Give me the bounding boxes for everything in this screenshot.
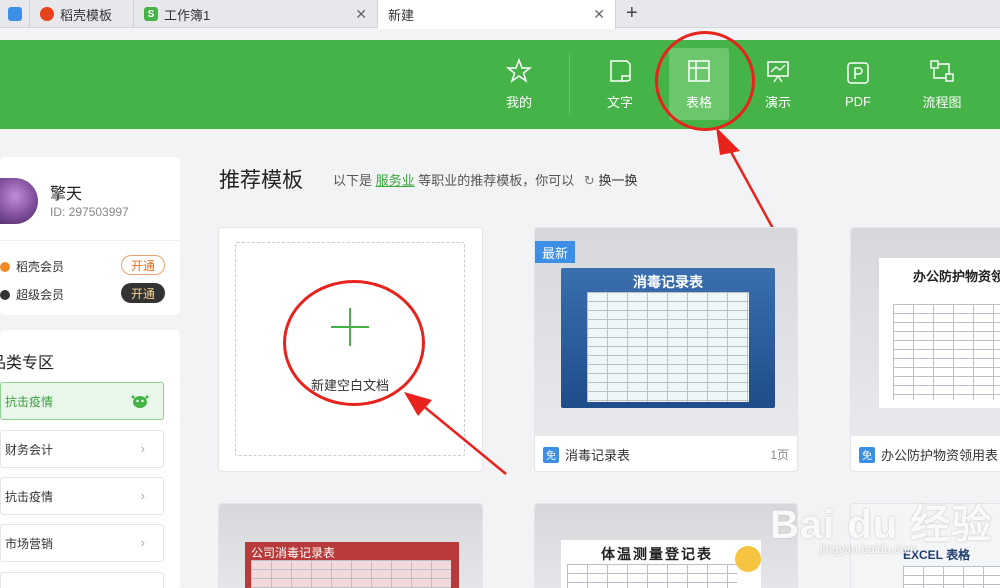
template-footer: 免 消毒记录表 1页 bbox=[535, 436, 797, 471]
template-thumbnail: 公司消毒记录表 bbox=[219, 504, 482, 588]
user-name: 擎天 bbox=[50, 186, 83, 203]
template-title: 消毒记录表 bbox=[565, 448, 631, 463]
category-item[interactable] bbox=[0, 572, 164, 588]
template-card[interactable]: 体温测量登记表 bbox=[534, 503, 798, 588]
thumb-title: 体温测量登记表 bbox=[601, 546, 713, 562]
open-super-member-button[interactable]: 开通 bbox=[121, 283, 165, 303]
sun-icon bbox=[735, 546, 761, 572]
open-docer-member-button[interactable]: 开通 bbox=[121, 255, 165, 275]
thumb-sheet: 体温测量登记表 bbox=[561, 540, 761, 588]
star-icon bbox=[506, 58, 532, 83]
membership-docer: 稻壳会员 bbox=[0, 258, 64, 275]
nav-label: 流程图 bbox=[922, 95, 962, 110]
subtitle-text: 等职业的推荐模板，你可以 bbox=[418, 173, 575, 188]
template-footer: 免 办公防护物资领用表 bbox=[851, 436, 1000, 471]
user-id: ID: 297503997 bbox=[50, 205, 129, 219]
tab-docer[interactable]: 稻壳模板 bbox=[30, 0, 134, 28]
refresh-label: 换一换 bbox=[598, 173, 638, 188]
subtitle-text: 以下是 bbox=[333, 173, 373, 188]
annotation-ring bbox=[655, 31, 755, 131]
template-thumbnail: 办公防护物资领 bbox=[851, 228, 1000, 436]
tab-label: 稻壳模板 bbox=[60, 7, 113, 23]
thumb-sheet bbox=[903, 566, 1000, 588]
top-nav: 我的 文字 表格 演示 PDF 流程图 bbox=[0, 40, 1000, 129]
thumb-grid bbox=[251, 560, 451, 588]
thumb-poster: 消毒记录表 bbox=[561, 268, 775, 408]
chevron-right-icon: › bbox=[140, 441, 145, 456]
template-title: 办公防护物资领用表 bbox=[881, 448, 999, 463]
category-item[interactable]: 市场营销 › bbox=[0, 524, 164, 562]
app-icon bbox=[8, 7, 22, 21]
tab-workbook[interactable]: S 工作簿1 ✕ bbox=[134, 0, 378, 28]
template-thumbnail: 体温测量登记表 bbox=[535, 504, 797, 588]
category-title: 品类专区 bbox=[0, 355, 55, 372]
thumb-title: 公司消毒记录表 bbox=[251, 546, 336, 560]
nav-label: 我的 bbox=[505, 95, 532, 110]
nav-pdf[interactable]: PDF bbox=[838, 40, 878, 129]
template-card[interactable]: 公司消毒记录表 bbox=[218, 503, 483, 588]
close-icon[interactable]: ✕ bbox=[355, 6, 367, 23]
thumb-title: 消毒记录表 bbox=[633, 274, 703, 290]
spreadsheet-icon: S bbox=[144, 7, 158, 21]
new-badge: 最新 bbox=[535, 241, 575, 263]
nav-label: PDF bbox=[845, 94, 871, 109]
thumb-grid bbox=[567, 564, 737, 588]
tab-bar: 稻壳模板 S 工作簿1 ✕ 新建 ✕ + bbox=[0, 0, 1000, 29]
nav-label: 文字 bbox=[606, 95, 633, 110]
category-item[interactable]: 财务会计 › bbox=[0, 430, 164, 468]
category-item[interactable]: 抗击疫情 › bbox=[0, 477, 164, 515]
thumb-sheet: 办公防护物资领 bbox=[879, 258, 1000, 408]
virus-icon bbox=[131, 395, 149, 408]
refresh-icon: ↻ bbox=[583, 173, 595, 188]
membership-super: 超级会员 bbox=[0, 286, 64, 303]
nav-label: 演示 bbox=[764, 95, 791, 110]
membership-label: 超级会员 bbox=[16, 288, 65, 302]
template-card[interactable]: 消毒记录表 最新 免 消毒记录表 1页 bbox=[534, 227, 798, 472]
flowchart-icon bbox=[930, 60, 954, 82]
pdf-icon bbox=[847, 62, 869, 84]
tab-label: 工作簿1 bbox=[164, 7, 211, 23]
profession-link[interactable]: 服务业 bbox=[376, 173, 415, 188]
close-icon[interactable]: ✕ bbox=[593, 6, 605, 23]
tab-new[interactable]: 新建 ✕ bbox=[378, 0, 616, 29]
divider bbox=[569, 53, 570, 115]
membership-label: 稻壳会员 bbox=[16, 260, 65, 274]
tab-app[interactable] bbox=[0, 0, 30, 28]
chevron-right-icon: › bbox=[140, 535, 145, 550]
docer-icon bbox=[40, 7, 54, 21]
presentation-icon bbox=[767, 61, 789, 83]
thumb-sheet bbox=[587, 292, 749, 402]
annotation-ring bbox=[283, 280, 425, 406]
section-subtitle: 以下是 服务业 等职业的推荐模板，你可以 ↻ 换一换 bbox=[333, 170, 637, 189]
free-badge: 免 bbox=[543, 446, 559, 463]
template-card[interactable]: 办公防护物资领 免 办公防护物资领用表 bbox=[850, 227, 1000, 472]
nav-presentation[interactable]: 演示 bbox=[758, 40, 798, 129]
thumb-grid bbox=[893, 304, 1000, 400]
annotation-arrow bbox=[404, 392, 507, 475]
free-badge: 免 bbox=[859, 446, 875, 463]
thumb-poster: 公司消毒记录表 bbox=[245, 542, 459, 588]
super-member-icon bbox=[0, 289, 10, 300]
docer-member-icon bbox=[0, 261, 10, 272]
category-label: 市场营销 bbox=[5, 536, 54, 551]
thumb-title: 办公防护物资领 bbox=[913, 269, 1000, 284]
watermark-url: jingyan.baidu.com bbox=[820, 542, 917, 556]
page-count: 1页 bbox=[770, 448, 789, 462]
divider bbox=[0, 240, 180, 241]
category-item[interactable]: 抗击疫情 bbox=[0, 382, 164, 420]
tab-label: 新建 bbox=[388, 8, 415, 23]
section-title: 推荐模板 bbox=[219, 169, 303, 192]
add-tab-button[interactable]: + bbox=[626, 2, 638, 25]
category-label: 财务会计 bbox=[5, 442, 54, 457]
refresh-button[interactable]: ↻ 换一换 bbox=[584, 173, 638, 188]
category-label: 抗击疫情 bbox=[5, 394, 54, 409]
nav-flowchart[interactable]: 流程图 bbox=[920, 40, 964, 129]
nav-mine[interactable]: 我的 bbox=[499, 40, 539, 129]
nav-writer[interactable]: 文字 bbox=[600, 40, 640, 129]
category-label: 抗击疫情 bbox=[5, 489, 54, 504]
document-icon bbox=[610, 60, 631, 82]
chevron-right-icon: › bbox=[140, 488, 145, 503]
